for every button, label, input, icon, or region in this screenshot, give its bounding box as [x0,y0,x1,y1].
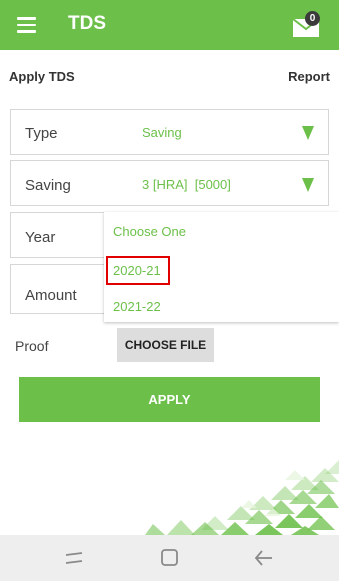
notification-badge: 0 [305,11,320,26]
saving-label-box: Saving [10,160,132,206]
hamburger-menu-icon[interactable] [17,17,36,33]
decorative-triangles-pattern [145,460,339,535]
type-value: Saving [142,125,182,140]
amount-label: Amount [25,287,77,304]
dropdown-option-choose-one[interactable]: Choose One [113,224,186,239]
type-select[interactable]: Saving [132,109,329,155]
page-title: TDS [68,13,106,34]
saving-label: Saving [25,177,71,194]
saving-select[interactable]: 3 [HRA] [5000] [132,160,329,206]
type-label: Type [25,125,58,142]
proof-label: Proof [15,338,49,354]
app-bar: TDS 0 [0,0,339,50]
report-link[interactable]: Report [288,69,330,84]
dropdown-arrow-icon [302,178,314,192]
apply-tds-heading: Apply TDS [9,69,75,84]
recent-apps-icon[interactable] [63,548,85,568]
saving-value: 3 [HRA] [5000] [142,177,231,192]
year-label: Year [25,229,56,246]
choose-file-button[interactable]: CHOOSE FILE [117,328,214,362]
dropdown-option-2021-22[interactable]: 2021-22 [113,299,161,314]
type-label-box: Type [10,109,132,155]
dropdown-arrow-icon [302,126,314,140]
year-dropdown-list: Choose One 2020-21 2021-22 [104,212,339,322]
apply-button[interactable]: APPLY [19,377,320,422]
dropdown-option-2020-21[interactable]: 2020-21 [113,263,161,278]
system-navigation-bar [0,535,339,581]
back-icon[interactable] [253,548,275,568]
home-icon[interactable] [159,548,181,568]
